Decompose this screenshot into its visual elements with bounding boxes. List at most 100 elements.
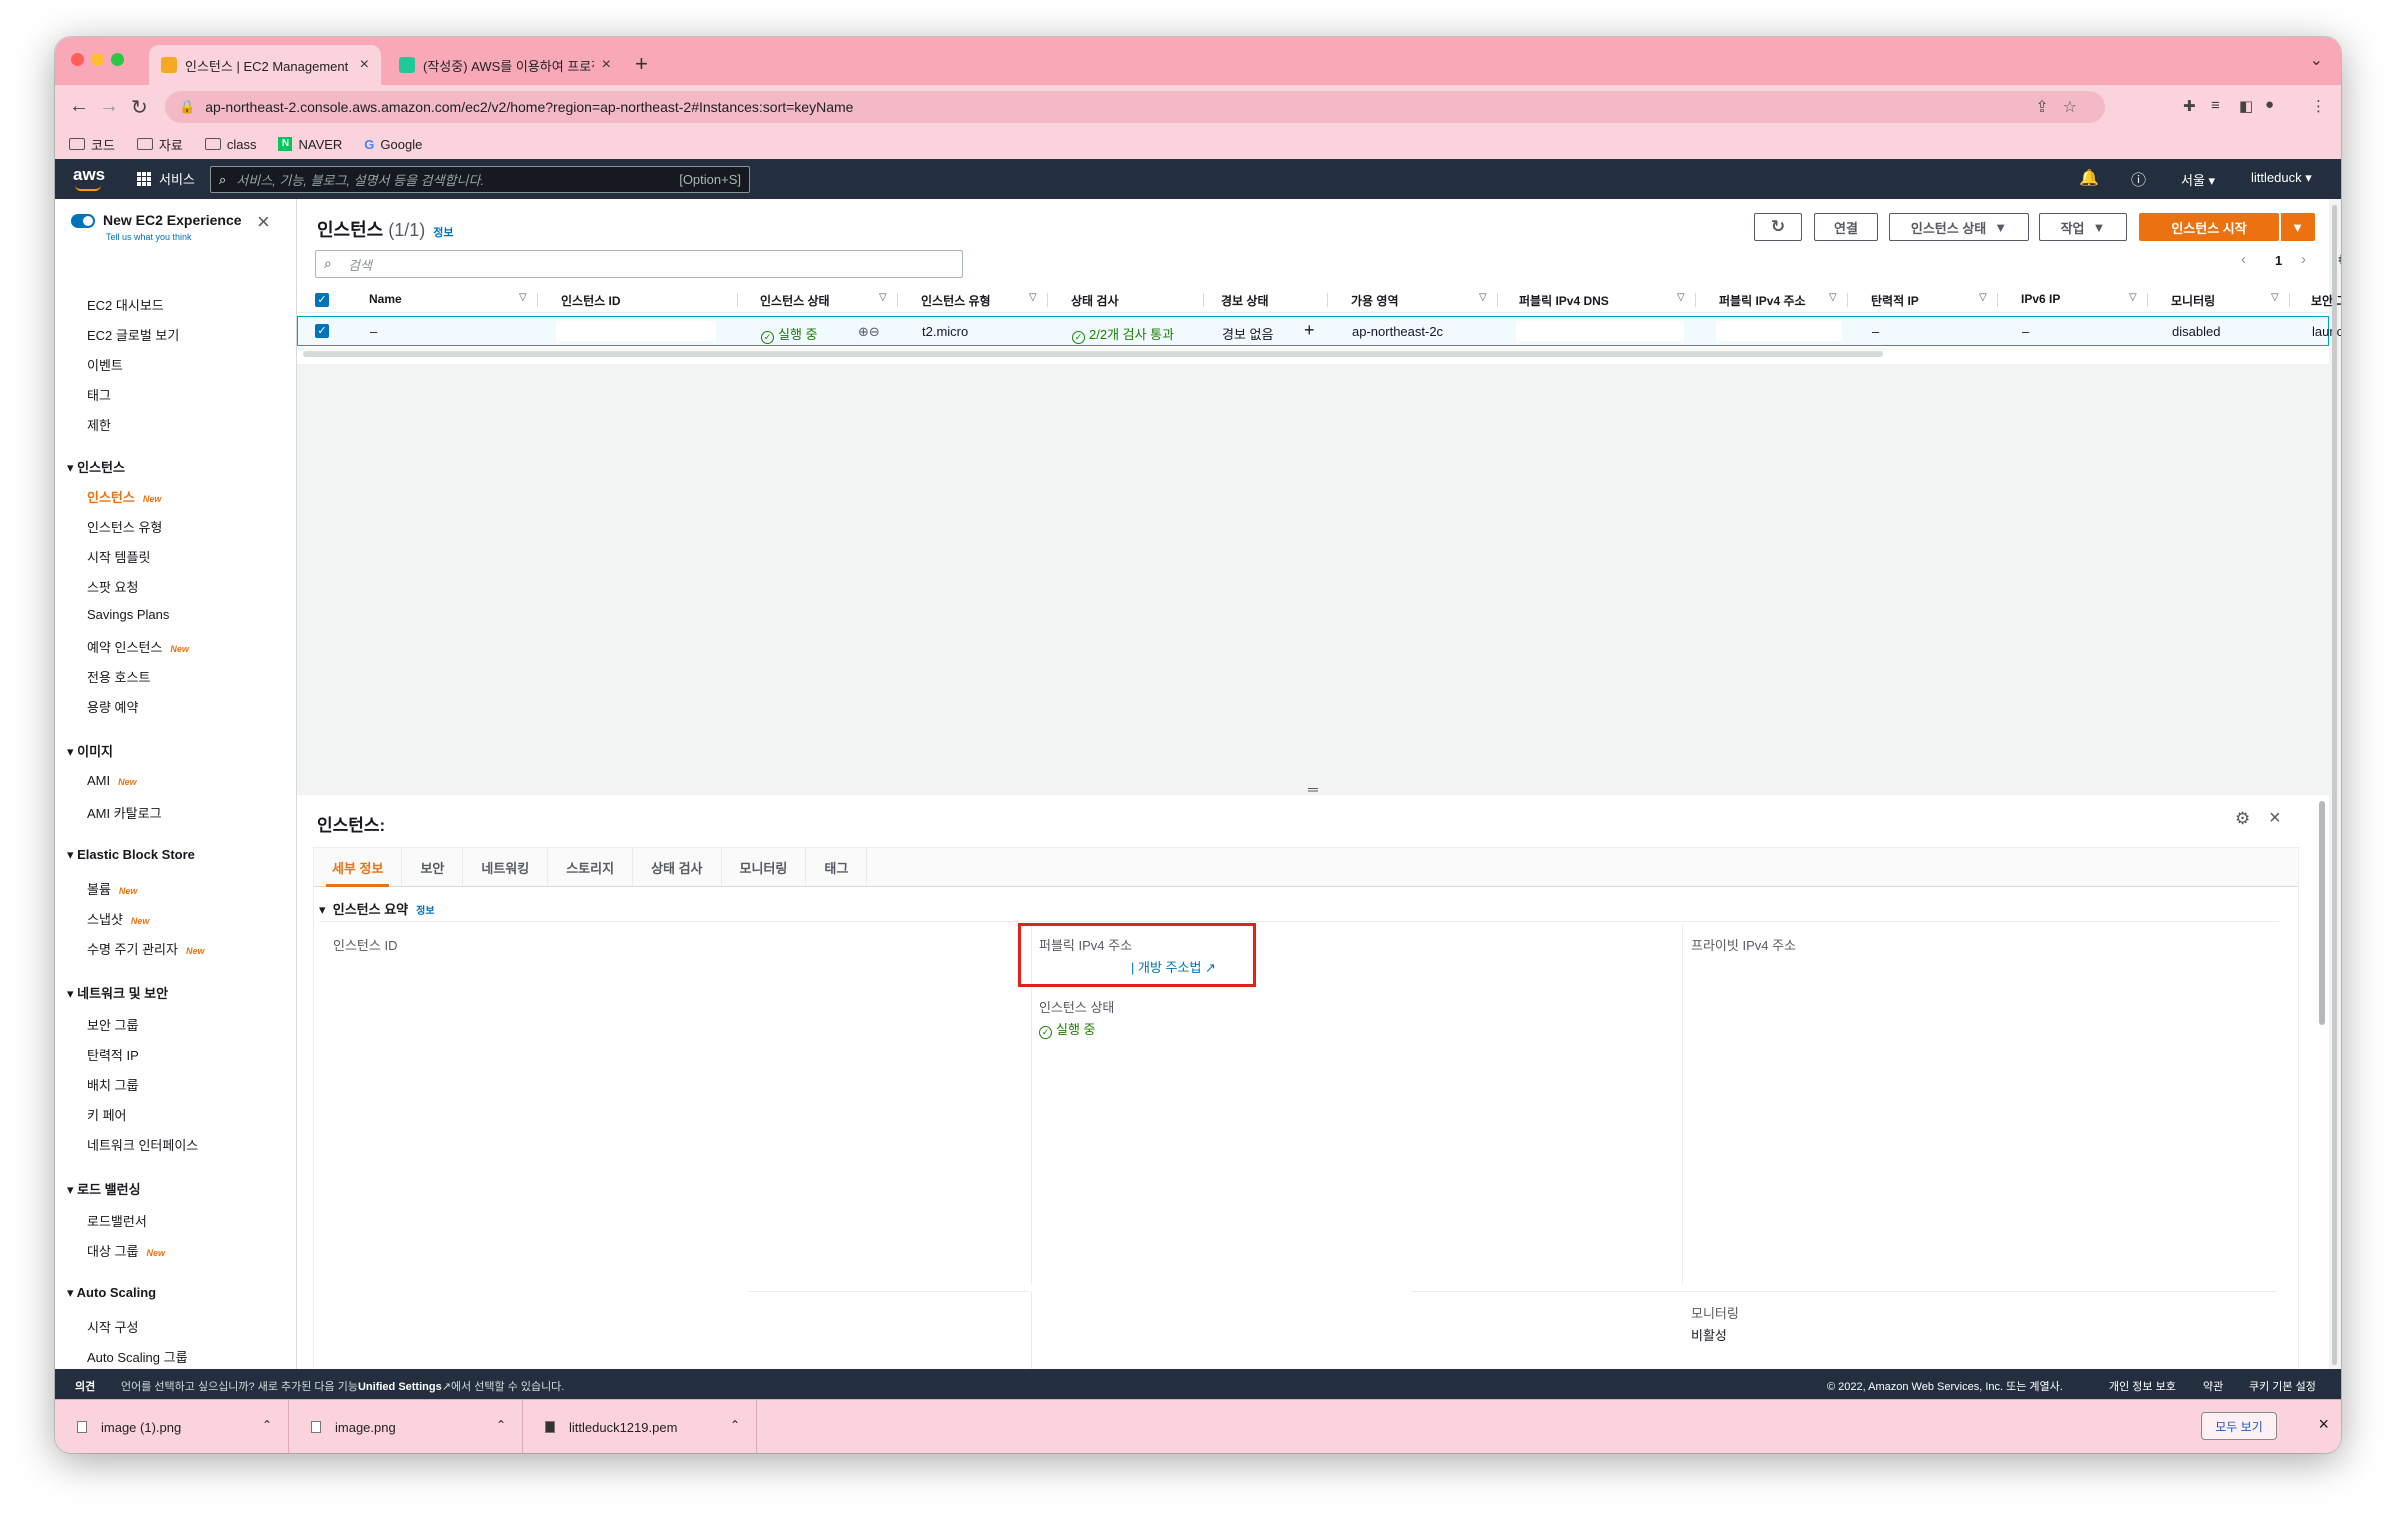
aws-search-input[interactable]: ⌕ 서비스, 기능, 블로그, 설명서 등을 검색합니다. [Option+S] bbox=[210, 166, 750, 193]
sidebar-item-instance-types[interactable]: 인스턴스 유형 bbox=[87, 517, 162, 536]
minimize-window-icon[interactable] bbox=[91, 53, 104, 66]
horizontal-scrollbar[interactable] bbox=[303, 351, 1883, 357]
sort-icon[interactable]: ▽ bbox=[1677, 292, 1685, 303]
sidebar-item-placement-groups[interactable]: 배치 그룹 bbox=[87, 1075, 138, 1094]
terms-link[interactable]: 약관 bbox=[2203, 1378, 2223, 1394]
zoom-icons[interactable]: ⊕⊖ bbox=[858, 324, 880, 340]
sidebar-item-load-balancers[interactable]: 로드밸런서 bbox=[87, 1211, 147, 1230]
sidebar-item-network-interfaces[interactable]: 네트워크 인터페이스 bbox=[87, 1135, 198, 1154]
bookmark-folder[interactable]: 코드 bbox=[69, 135, 115, 154]
tab-networking[interactable]: 네트워킹 bbox=[463, 848, 549, 886]
sidebar-item-volumes[interactable]: 볼륨 New bbox=[87, 879, 137, 898]
launch-instance-button[interactable]: 인스턴스 시작 bbox=[2139, 213, 2279, 241]
col-name[interactable]: Name bbox=[369, 292, 402, 306]
reading-list-icon[interactable]: ≡ bbox=[2211, 97, 2220, 114]
new-experience-toggle[interactable] bbox=[71, 214, 95, 228]
side-panel-icon[interactable]: ◧ bbox=[2239, 97, 2253, 115]
sidebar-item-lifecycle[interactable]: 수명 주기 관리자 New bbox=[87, 939, 204, 958]
chevron-up-icon[interactable]: ⌃ bbox=[496, 1418, 506, 1432]
add-alarm-icon[interactable]: + bbox=[1304, 320, 1315, 341]
sidebar-item-global-view[interactable]: EC2 글로벌 보기 bbox=[87, 325, 179, 344]
sidebar-item-launch-config[interactable]: 시작 구성 bbox=[87, 1317, 138, 1336]
sidebar-item-tags[interactable]: 태그 bbox=[87, 385, 111, 404]
close-window-icon[interactable] bbox=[71, 53, 84, 66]
sort-icon[interactable]: ▽ bbox=[879, 292, 887, 303]
browser-tab-velog[interactable]: (작성중) AWS를 이용하여 프로젝트 × bbox=[387, 45, 623, 85]
unified-settings-link[interactable]: Unified Settings bbox=[358, 1381, 442, 1393]
sidebar-section-images[interactable]: ▾ 이미지 bbox=[67, 741, 113, 760]
maximize-window-icon[interactable] bbox=[111, 53, 124, 66]
tab-storage[interactable]: 스토리지 bbox=[548, 848, 634, 886]
info-link[interactable]: 정보 bbox=[416, 906, 434, 917]
info-link[interactable]: 정보 bbox=[433, 227, 453, 239]
feedback-link[interactable]: 의견 bbox=[75, 1378, 95, 1394]
profile-avatar-icon[interactable]: ● bbox=[2265, 96, 2274, 113]
table-row[interactable]: ✓ – ✓ 실행 중 ⊕⊖ t2.micro ✓ 2/2개 검사 통과 경보 없음 … bbox=[297, 316, 2341, 346]
col-monitoring[interactable]: 모니터링 bbox=[2171, 292, 2215, 309]
settings-gear-icon[interactable]: ⚙ bbox=[2337, 250, 2341, 270]
sidebar-item-asg[interactable]: Auto Scaling 그룹 bbox=[87, 1347, 188, 1366]
sidebar-section-auto-scaling[interactable]: ▾ Auto Scaling bbox=[67, 1285, 156, 1301]
help-icon[interactable]: ⓘ bbox=[2131, 169, 2146, 190]
reload-icon[interactable]: ↻ bbox=[131, 95, 148, 120]
extensions-icon[interactable]: ✚ bbox=[2183, 97, 2196, 115]
sort-icon[interactable]: ▽ bbox=[1829, 292, 1837, 303]
actions-button[interactable]: 작업 ▼ bbox=[2039, 213, 2127, 241]
open-address-link[interactable]: | 개방 주소법 ↗ bbox=[1131, 957, 1216, 976]
col-instance-id[interactable]: 인스턴스 ID bbox=[561, 292, 621, 309]
sort-icon[interactable]: ▽ bbox=[2129, 292, 2137, 303]
sort-icon[interactable]: ▽ bbox=[519, 292, 527, 303]
select-all-checkbox[interactable]: ✓ bbox=[315, 293, 329, 307]
col-public-ip[interactable]: 퍼블릭 IPv4 주소 bbox=[1719, 292, 1806, 309]
download-item[interactable]: image.png ⌃ bbox=[289, 1400, 523, 1453]
sidebar-item-snapshots[interactable]: 스냅샷 New bbox=[87, 909, 149, 928]
vertical-scrollbar[interactable] bbox=[2319, 801, 2325, 1025]
region-selector[interactable]: 서울 ▾ bbox=[2181, 170, 2215, 189]
forward-icon[interactable]: → bbox=[99, 95, 119, 118]
bookmark-naver[interactable]: N NAVER bbox=[278, 137, 342, 152]
close-tab-icon[interactable]: × bbox=[360, 56, 369, 74]
sort-icon[interactable]: ▽ bbox=[1979, 292, 1987, 303]
sidebar-item-dedicated-hosts[interactable]: 전용 호스트 bbox=[87, 667, 150, 686]
sidebar-section-load-balancing[interactable]: ▾ 로드 밸런싱 bbox=[67, 1179, 141, 1198]
sidebar-item-ami-catalog[interactable]: AMI 카탈로그 bbox=[87, 803, 162, 822]
sidebar-item-dashboard[interactable]: EC2 대시보드 bbox=[87, 295, 164, 314]
tab-details[interactable]: 세부 정보 bbox=[314, 848, 403, 887]
browser-tab-ec2[interactable]: 인스턴스 | EC2 Management Co × bbox=[149, 45, 381, 85]
sort-icon[interactable]: ▽ bbox=[2271, 292, 2279, 303]
launch-dropdown-button[interactable]: ▼ bbox=[2280, 213, 2315, 241]
sidebar-item-instances[interactable]: 인스턴스 New bbox=[87, 487, 161, 506]
instances-search-input[interactable]: ⌕ 검색 bbox=[315, 250, 963, 278]
show-all-downloads-button[interactable]: 모두 보기 bbox=[2201, 1412, 2277, 1440]
close-sidebar-icon[interactable]: × bbox=[257, 209, 270, 235]
sort-icon[interactable]: ▽ bbox=[1029, 292, 1037, 303]
col-status-check[interactable]: 상태 검사 bbox=[1071, 292, 1119, 309]
share-star-icon[interactable]: ⇪☆ bbox=[2035, 97, 2091, 117]
bookmark-folder[interactable]: 자료 bbox=[136, 135, 183, 154]
sidebar-section-network[interactable]: ▾ 네트워크 및 보안 bbox=[67, 983, 168, 1002]
sidebar-item-savings-plans[interactable]: Savings Plans bbox=[87, 607, 169, 622]
tab-monitoring[interactable]: 모니터링 bbox=[722, 848, 807, 886]
row-checkbox[interactable]: ✓ bbox=[315, 324, 329, 338]
col-public-dns[interactable]: 퍼블릭 IPv4 DNS bbox=[1519, 292, 1609, 309]
sidebar-item-events[interactable]: 이벤트 bbox=[87, 355, 123, 374]
sidebar-section-instances[interactable]: ▾ 인스턴스 bbox=[67, 457, 125, 476]
tab-status-checks[interactable]: 상태 검사 bbox=[633, 848, 722, 886]
download-item[interactable]: image (1).png ⌃ bbox=[55, 1400, 289, 1453]
sort-icon[interactable]: ▽ bbox=[1479, 292, 1487, 303]
services-menu-button[interactable]: 서비스 bbox=[137, 169, 195, 188]
col-elastic-ip[interactable]: 탄력적 IP bbox=[1871, 292, 1919, 309]
tab-tags[interactable]: 태그 bbox=[806, 848, 868, 886]
next-page-icon[interactable]: › bbox=[2301, 251, 2306, 268]
close-tab-icon[interactable]: × bbox=[602, 56, 611, 74]
tab-search-icon[interactable]: ⌄ bbox=[2310, 50, 2323, 70]
close-icon[interactable]: × bbox=[2269, 807, 2281, 830]
sidebar-item-ami[interactable]: AMI New bbox=[87, 773, 137, 788]
notifications-bell-icon[interactable]: 🔔 bbox=[2079, 168, 2099, 188]
privacy-link[interactable]: 개인 정보 보호 bbox=[2109, 1378, 2176, 1394]
summary-header[interactable]: ▾ 인스턴스 요약 정보 bbox=[319, 899, 435, 918]
panel-resize-handle[interactable]: ═ bbox=[297, 782, 2329, 796]
instance-state-button[interactable]: 인스턴스 상태 ▼ bbox=[1889, 213, 2029, 241]
sidebar-item-security-groups[interactable]: 보안 그룹 bbox=[87, 1015, 138, 1034]
sidebar-section-ebs[interactable]: ▾ Elastic Block Store bbox=[67, 847, 195, 863]
